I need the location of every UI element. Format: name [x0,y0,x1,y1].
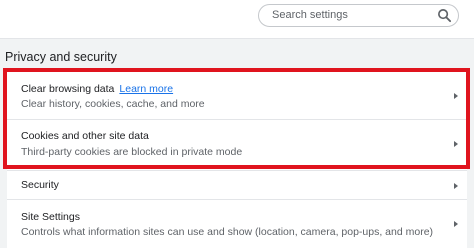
settings-card: Clear browsing data Learn more Clear hist… [7,72,467,248]
row-subtitle: Controls what information sites can use … [21,226,434,238]
top-bar: Search settings [0,0,474,39]
chevron-right-icon [454,141,458,147]
search-icon[interactable] [437,8,452,23]
row-subtitle: Clear history, cookies, cache, and more [21,98,205,110]
row-title: Site Settings [21,211,80,223]
search-input[interactable]: Search settings [272,9,348,21]
chevron-right-icon [454,183,458,189]
section-title: Privacy and security [5,50,117,64]
row-subtitle: Third-party cookies are blocked in priva… [21,146,243,158]
site-settings-row[interactable]: Site Settings Controls what information … [7,199,467,248]
cookies-row[interactable]: Cookies and other site data Third-party … [7,119,467,170]
row-title: Cookies and other site data [21,130,149,142]
learn-more-link[interactable]: Learn more [119,83,173,95]
row-title: Clear browsing data Learn more [21,83,173,95]
chevron-right-icon [454,93,458,99]
clear-browsing-data-row[interactable]: Clear browsing data Learn more Clear hist… [7,72,467,119]
row-title: Security [21,179,59,191]
security-row[interactable]: Security [7,170,467,199]
clear-browsing-data-label: Clear browsing data [21,83,115,95]
search-box[interactable]: Search settings [258,4,459,27]
chevron-right-icon [454,221,458,227]
